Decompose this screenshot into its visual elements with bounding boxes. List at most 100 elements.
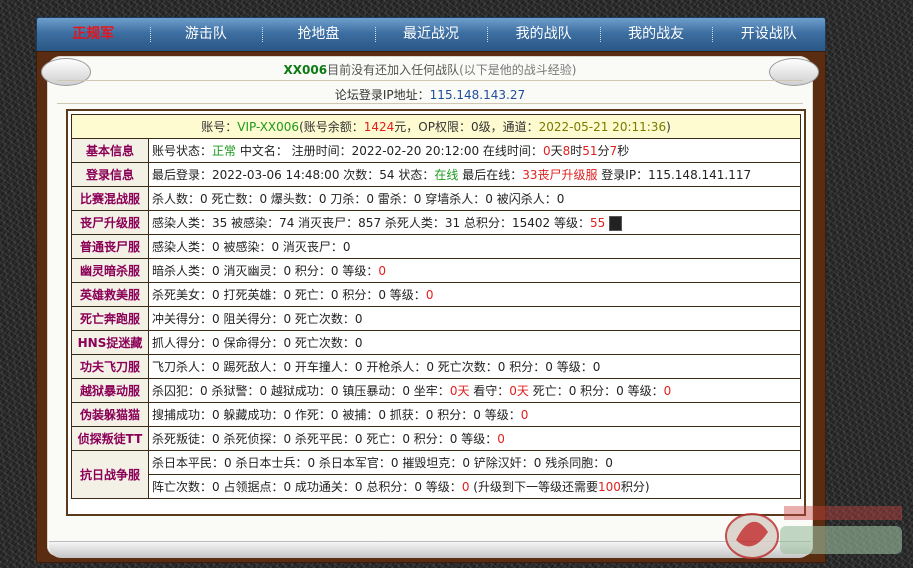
stat-values: 杀死叛徒：0 杀死侦探：0 杀死平民：0 死亡：0 积分：0 等级：0 [148,426,801,451]
stat-values: 搜捕成功：0 躲藏成功：0 作死：0 被捕：0 抓获：0 积分：0 等级：0 [148,402,801,427]
server-label[interactable]: 功夫飞刀服 [71,354,149,379]
stat-row-6: 英雄救美服 杀死美女：0 打死英雄：0 死亡：0 积分：0 等级：0 [71,282,801,307]
stat-values: 最后登录：2022-03-06 14:48:00 次数：54 状态：在线 最后在… [148,162,801,187]
balance-label: (账号余额： [299,120,364,134]
stat-text: 阵亡次数：0 占领据点：0 成功通关：0 总积分：0 等级： [152,480,462,494]
stat-text: 0 [497,432,505,446]
nav-item-grab-territory[interactable]: 抢地盘 [262,18,375,51]
server-label[interactable]: 幽灵暗杀服 [71,258,149,283]
stat-text: 冲关得分：0 阻关得分：0 死亡次数：0 [152,312,363,326]
ip-label: 论坛登录IP地址： [334,88,430,102]
stat-text: 中文名： 注册时间：2022-02-20 20:12:00 在线时间： [236,144,543,158]
stat-text: 0 [520,408,529,422]
stat-row-12: 侦探叛徒TT 杀死叛徒：0 杀死侦探：0 杀死平民：0 死亡：0 积分：0 等级：… [71,426,801,451]
server-label[interactable]: 越狱暴动服 [71,378,149,403]
account-cell: 账号：VIP-XX006(账号余额：1424元，OP权限：0级，通道：2022-… [71,114,801,139]
stat-text: 时 [570,144,583,158]
stat-text: 55 [589,216,606,230]
site-watermark-logo [725,506,902,559]
account-time: 2022-05-21 20:11:36 [538,120,667,134]
stat-row-anti-japanese-2: 阵亡次数：0 占领据点：0 成功通关：0 总积分：0 等级：0 (升级到下一等级… [72,474,801,499]
stat-row-10: 越狱暴动服 杀囚犯：0 杀狱警：0 越狱成功：0 镇压暴动：0 坐牢：0天 看守：… [71,378,801,403]
account-close: ) [666,120,671,134]
stat-values: 感染人类：0 被感染：0 消灭丧尸：0 [148,234,801,259]
server-label[interactable]: 伪装躲猫猫 [71,402,149,427]
server-label[interactable]: 侦探叛徒TT [71,426,149,451]
stat-text: 在线 [434,168,459,182]
team-status-text: 目前没有还加入任何战队 [327,63,460,77]
profile-status-line: XX006目前没有还加入任何战队(以下是他的战斗经验) [47,61,813,78]
stat-row-3: 丧尸升级服 感染人类：35 被感染：74 消灭丧尸：857 杀死人类：31 总积分… [71,210,801,235]
stat-row-11: 伪装躲猫猫 搜捕成功：0 躲藏成功：0 作死：0 被捕：0 抓获：0 积分：0 等… [71,402,801,427]
content-frame: XX006目前没有还加入任何战队(以下是他的战斗经验) 论坛登录IP地址：115… [36,51,826,563]
status-note: (以下是他的战斗经验) [459,63,577,77]
stat-values: 冲关得分：0 阻关得分：0 死亡次数：0 [148,306,801,331]
scroll-bottom-curl [49,541,811,558]
op-label: 元，OP权限：0级，通道： [394,120,539,134]
parchment-panel: XX006目前没有还加入任何战队(以下是他的战斗经验) 论坛登录IP地址：115… [41,56,819,558]
stat-values: 账号状态：正常 中文名： 注册时间：2022-02-20 20:12:00 在线… [148,138,801,163]
stat-values: 阵亡次数：0 占领据点：0 成功通关：0 总积分：0 等级：0 (升级到下一等级… [148,474,801,499]
stat-text: 抓人得分：0 保命得分：0 死亡次数：0 [152,336,363,350]
stat-text: 0 [425,288,434,302]
server-label[interactable]: 英雄救美服 [71,282,149,307]
server-label[interactable]: 死亡奔跑服 [71,306,149,331]
stat-text: 搜捕成功：0 躲藏成功：0 作死：0 被捕：0 抓获：0 积分：0 等级： [152,408,521,422]
stat-text: 分 [597,144,610,158]
stat-text: 感染人类：35 被感染：74 消灭丧尸：857 杀死人类：31 总积分：1540… [152,216,590,230]
stat-text: 0 [378,264,386,278]
stat-text: 0天 [449,384,470,398]
stat-values: 暗杀人类：0 消灭幽灵：0 积分：0 等级：0 [148,258,801,283]
server-label[interactable]: 丧尸升级服 [71,210,149,235]
nav-item-my-friends[interactable]: 我的战友 [599,18,713,51]
stat-values: 杀人数：0 死亡数：0 爆头数：0 刀杀：0 雷杀：0 穿墙杀人：0 被闪杀人：… [148,186,801,211]
stats-table-wrapper: 账号：VIP-XX006(账号余额：1424元，OP权限：0级，通道：2022-… [66,109,806,516]
stat-text: 杀死叛徒：0 杀死侦探：0 杀死平民：0 死亡：0 积分：0 等级： [152,432,498,446]
stat-text: 感染人类：0 被感染：0 消灭丧尸：0 [152,240,351,254]
stat-text: 杀人数：0 死亡数：0 爆头数：0 刀杀：0 雷杀：0 穿墙杀人：0 被闪杀人：… [152,192,565,206]
stat-text: 积分) [620,480,650,494]
server-label[interactable]: 抗日战争服 [71,450,149,499]
level-avatar-icon [609,216,623,231]
stats-table: 账号：VIP-XX006(账号余额：1424元，OP权限：0级，通道：2022-… [71,114,801,499]
stat-row-0: 基本信息 账号状态：正常 中文名： 注册时间：2022-02-20 20:12:0… [71,138,801,163]
stat-row-4: 普通丧尸服 感染人类：0 被感染：0 消灭丧尸：0 [71,234,801,259]
nav-item-recent-battles[interactable]: 最近战况 [374,18,488,51]
stat-text: 登录IP：115.148.141.117 [597,168,752,182]
stat-text: 最后在线： [458,168,523,182]
stat-text: 0 [542,144,551,158]
ip-value: 115.148.143.27 [429,88,526,102]
server-label[interactable]: 普通丧尸服 [71,234,149,259]
forum-ip-line: 论坛登录IP地址：115.148.143.27 [47,86,813,103]
server-label[interactable]: 登录信息 [71,162,149,187]
stat-text: 看守： [469,384,510,398]
account-prefix: 账号： [201,120,238,134]
nav-item-guerrilla[interactable]: 游击队 [149,18,263,51]
server-label[interactable]: HNS捉迷藏 [71,330,149,355]
username: XX006 [283,63,328,77]
nav-item-my-team[interactable]: 我的战队 [487,18,600,51]
stat-text: 飞刀杀人：0 踢死敌人：0 开车撞人：0 开枪杀人：0 死亡次数：0 积分：0 … [152,360,601,374]
server-label[interactable]: 比赛混战服 [71,186,149,211]
nav-item-create-team[interactable]: 开设战队 [712,18,825,51]
top-nav: 正规军 游击队 抢地盘 最近战况 我的战队 我的战友 开设战队 [36,17,826,52]
divider [57,80,803,81]
stat-text: 账号状态： [152,144,213,158]
stat-text: 死亡：0 积分：0 等级： [528,384,664,398]
stat-row-1: 登录信息 最后登录：2022-03-06 14:48:00 次数：54 状态：在线… [71,162,801,187]
stat-row-8: HNS捉迷藏 抓人得分：0 保命得分：0 死亡次数：0 [71,330,801,355]
stat-row-2: 比赛混战服 杀人数：0 死亡数：0 爆头数：0 刀杀：0 雷杀：0 穿墙杀人：0 … [71,186,801,211]
account-row: 账号：VIP-XX006(账号余额：1424元，OP权限：0级，通道：2022-… [71,114,801,139]
server-label[interactable]: 基本信息 [71,138,149,163]
stat-text: 0 [663,384,672,398]
balance-value: 1424 [363,120,395,134]
stat-text: 33丧尸升级服 [522,168,598,182]
stat-row-7: 死亡奔跑服 冲关得分：0 阻关得分：0 死亡次数：0 [71,306,801,331]
stat-values: 感染人类：35 被感染：74 消灭丧尸：857 杀死人类：31 总积分：1540… [148,210,801,235]
stat-text: 秒 [617,144,630,158]
nav-item-regular[interactable]: 正规军 [37,18,150,51]
stat-text: 杀囚犯：0 杀狱警：0 越狱成功：0 镇压暴动：0 坐牢： [152,384,450,398]
stat-values: 杀囚犯：0 杀狱警：0 越狱成功：0 镇压暴动：0 坐牢：0天 看守：0天 死亡… [148,378,801,403]
stat-text: (升级到下一等级还需要 [469,480,598,494]
stat-values: 杀死美女：0 打死英雄：0 死亡：0 积分：0 等级：0 [148,282,801,307]
